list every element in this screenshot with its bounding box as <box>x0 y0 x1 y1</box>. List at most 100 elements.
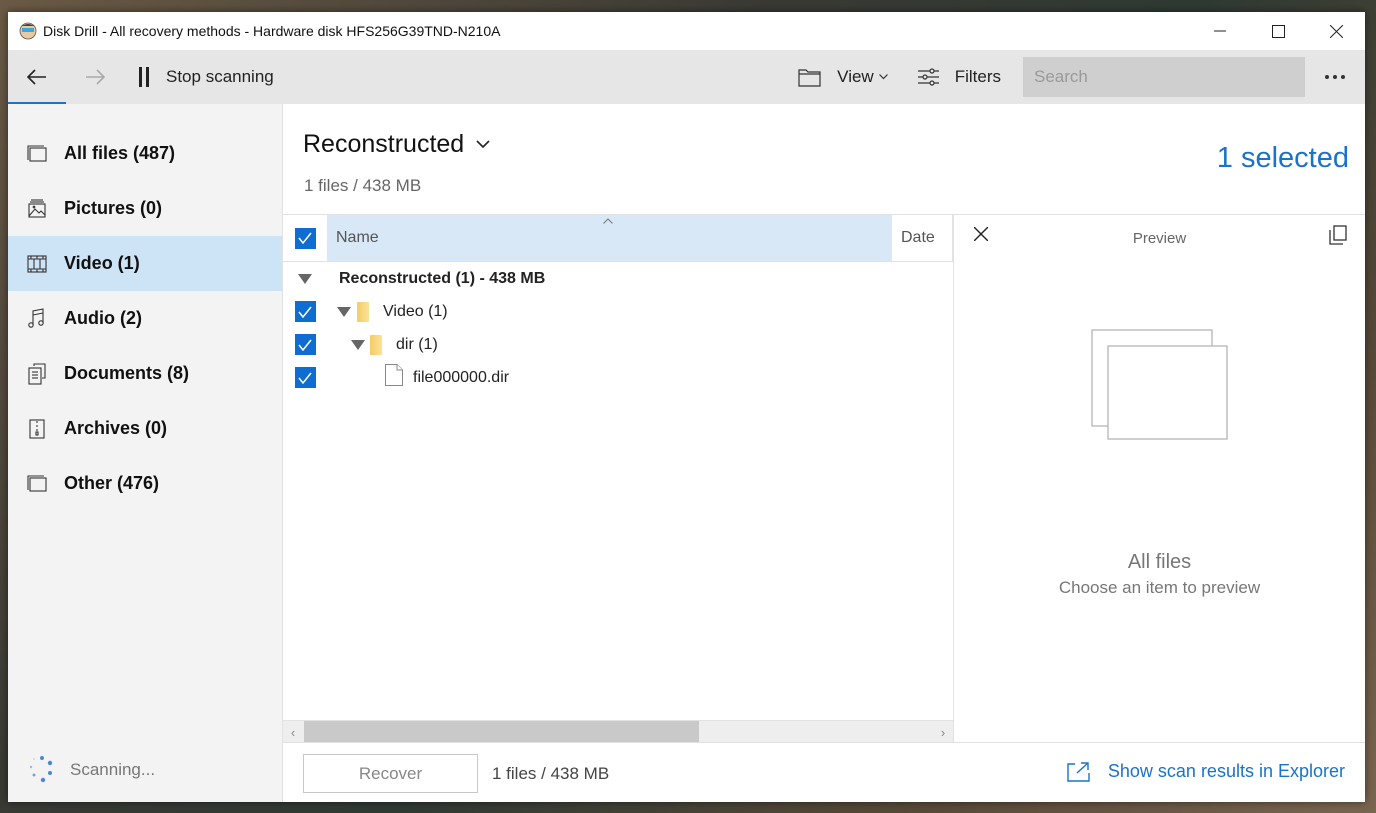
detach-preview-button[interactable] <box>1329 225 1347 250</box>
title-bar: Disk Drill - All recovery methods - Hard… <box>8 12 1365 50</box>
pause-icon <box>138 67 150 87</box>
horizontal-scrollbar[interactable]: ‹ › <box>283 720 953 743</box>
scroll-right-icon[interactable]: › <box>933 721 953 743</box>
view-label: View <box>837 67 874 86</box>
scroll-left-icon[interactable]: ‹ <box>283 721 303 743</box>
row-checkbox[interactable] <box>294 301 316 322</box>
sidebar-item-pictures[interactable]: Pictures (0) <box>8 181 282 236</box>
minimize-button[interactable] <box>1191 12 1249 50</box>
toolbar: Stop scanning View Filters <box>8 50 1365 104</box>
sidebar: All files (487) Pictures (0) Video (1) A… <box>8 104 283 802</box>
video-icon <box>27 254 47 273</box>
back-button[interactable] <box>8 50 66 104</box>
category-dropdown[interactable]: Reconstructed <box>303 130 490 159</box>
sidebar-item-documents[interactable]: Documents (8) <box>8 346 282 401</box>
maximize-button[interactable] <box>1249 12 1307 50</box>
column-header: Name Date <box>283 215 953 262</box>
preview-placeholder-icon <box>1091 329 1231 449</box>
sidebar-item-label: Archives (0) <box>64 418 168 438</box>
documents-icon <box>28 362 46 385</box>
more-options-button[interactable] <box>1305 50 1365 104</box>
row-checkbox[interactable] <box>294 367 316 388</box>
select-all-checkbox[interactable] <box>294 227 316 249</box>
filters-button[interactable]: Filters <box>914 50 1005 104</box>
stop-scanning-button[interactable]: Stop scanning <box>138 50 274 104</box>
column-name[interactable]: Name <box>327 215 892 261</box>
scan-status-label: Scanning... <box>70 760 156 779</box>
spinner-icon <box>29 756 53 783</box>
view-button[interactable]: View <box>794 50 892 104</box>
arrow-right-icon <box>86 69 105 85</box>
collapse-triangle-icon[interactable] <box>337 306 351 317</box>
tree-row-label: file000000.dir <box>413 368 510 386</box>
bottom-bar: Recover 1 files / 438 MB Show scan resul… <box>283 742 1365 802</box>
file-list: Name Date Reconstructed (1) - 438 MB Vid… <box>283 214 953 743</box>
sidebar-item-other[interactable]: Other (476) <box>8 456 282 511</box>
minimize-icon <box>1214 30 1226 32</box>
tree-row-folder[interactable]: Video (1) <box>283 295 953 328</box>
dot <box>1325 75 1329 79</box>
close-icon <box>1329 24 1343 38</box>
check-icon <box>298 339 312 351</box>
sort-ascending-icon <box>603 218 613 224</box>
other-icon <box>27 474 47 492</box>
tree-row-label: Reconstructed (1) - 438 MB <box>339 269 546 287</box>
maximize-icon <box>1271 24 1285 38</box>
close-button[interactable] <box>1307 12 1365 50</box>
preview-heading: All files <box>1127 551 1192 573</box>
sidebar-item-video[interactable]: Video (1) <box>8 236 282 291</box>
app-window: Disk Drill - All recovery methods - Hard… <box>8 12 1365 802</box>
preview-pane: Preview All files Choose an item to prev… <box>953 214 1365 742</box>
disk-drill-logo-icon <box>19 22 37 40</box>
stop-scanning-label: Stop scanning <box>166 67 274 86</box>
row-checkbox[interactable] <box>294 334 316 355</box>
window-title: Disk Drill - All recovery methods - Hard… <box>43 23 501 39</box>
tree-row-file[interactable]: file000000.dir <box>283 361 953 394</box>
search-input[interactable] <box>1023 57 1305 97</box>
preview-title: Preview <box>1132 230 1187 247</box>
sidebar-item-label: Other (476) <box>64 473 160 493</box>
selection-summary: 1 files / 438 MB <box>492 764 610 783</box>
show-in-explorer-label: Show scan results in Explorer <box>1107 761 1345 781</box>
tree-row-folder[interactable]: dir (1) <box>283 328 953 361</box>
selected-count: 1 selected <box>1216 142 1349 174</box>
sidebar-item-label: Documents (8) <box>64 363 190 383</box>
show-in-explorer-link[interactable]: Show scan results in Explorer <box>1067 761 1345 782</box>
arrow-left-icon <box>27 69 46 85</box>
sidebar-item-label: Pictures (0) <box>64 198 163 218</box>
copy-window-icon <box>1329 225 1347 245</box>
folder-icon <box>370 334 382 355</box>
file-icon <box>385 364 403 391</box>
column-date[interactable]: Date <box>892 215 953 261</box>
collapse-triangle-icon[interactable] <box>298 273 312 284</box>
scrollbar-thumb[interactable] <box>304 721 699 743</box>
section-title: Reconstructed <box>303 130 465 158</box>
folder-icon <box>357 301 369 322</box>
dot <box>1341 75 1345 79</box>
filters-icon <box>917 68 939 86</box>
check-icon <box>298 232 312 244</box>
tree-row-group[interactable]: Reconstructed (1) - 438 MB <box>283 262 953 295</box>
archives-icon <box>29 418 45 439</box>
collapse-triangle-icon[interactable] <box>351 339 365 350</box>
dot <box>1333 75 1337 79</box>
sidebar-item-all-files[interactable]: All files (487) <box>8 126 282 181</box>
pictures-icon <box>28 198 46 218</box>
tree-row-label: dir (1) <box>396 335 438 353</box>
chevron-down-icon <box>878 74 888 80</box>
scan-status: Scanning... <box>26 754 155 786</box>
sidebar-item-label: Video (1) <box>64 253 140 273</box>
audio-icon <box>28 307 44 328</box>
open-external-icon <box>1067 762 1090 782</box>
tree-row-label: Video (1) <box>383 302 448 320</box>
column-date-label: Date <box>901 229 935 246</box>
section-summary: 1 files / 438 MB <box>304 176 422 195</box>
sidebar-item-audio[interactable]: Audio (2) <box>8 291 282 346</box>
recover-button[interactable]: Recover <box>303 754 478 793</box>
column-name-label: Name <box>336 229 379 246</box>
all-files-icon <box>27 144 47 162</box>
sidebar-item-archives[interactable]: Archives (0) <box>8 401 282 456</box>
forward-button[interactable] <box>66 50 124 104</box>
check-icon <box>298 372 312 384</box>
sidebar-item-label: All files (487) <box>64 143 176 163</box>
